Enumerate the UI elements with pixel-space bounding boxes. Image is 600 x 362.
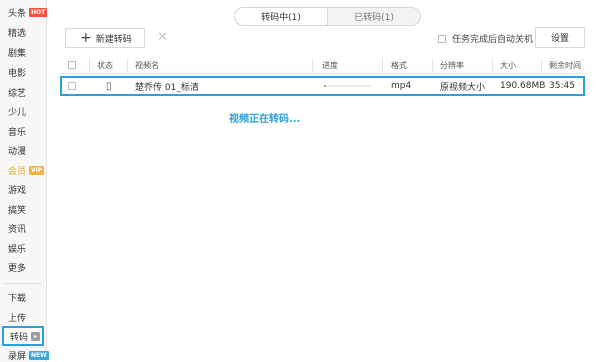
column-separator: [492, 59, 493, 71]
column-format: 格式: [391, 60, 407, 70]
sidebar-item-label: 更多: [8, 263, 27, 274]
new-transcode-label: 新建转码: [95, 34, 132, 45]
column-size: 大小: [500, 60, 516, 70]
auto-shutdown-label: 任务完成后自动关机: [452, 35, 534, 45]
video-format: mp4: [391, 81, 412, 91]
sidebar-item-vip[interactable]: 会员 VIP: [0, 160, 46, 180]
column-separator: [541, 59, 542, 71]
sidebar-item-label: 动漫: [8, 146, 27, 157]
sidebar-item-label: 会员: [8, 166, 27, 177]
sidebar-item-label: 少儿: [8, 107, 27, 118]
sidebar-item-label: 综艺: [8, 88, 27, 99]
column-progress: 进度: [322, 60, 338, 70]
progress-fill: [324, 85, 327, 87]
sidebar-item-label: 头条: [8, 8, 27, 19]
sidebar-item-label: 搞笑: [8, 205, 27, 216]
sidebar-item-download[interactable]: 下载: [0, 287, 46, 307]
sidebar-item-label: 转码: [10, 332, 29, 343]
auto-shutdown-checkbox[interactable]: [438, 34, 446, 43]
sidebar-item-news[interactable]: 资讯: [0, 218, 46, 238]
column-video-name: 视频名: [135, 60, 159, 70]
column-separator: [127, 59, 128, 71]
new-transcode-button[interactable]: + 新建转码: [65, 28, 145, 48]
sidebar-item-music[interactable]: 音乐: [0, 121, 46, 141]
column-resolution: 分辨率: [440, 60, 464, 70]
table-header: 状态 视频名 进度 格式 分辨率 大小 剩余时间: [60, 56, 585, 74]
pause-icon[interactable]: ▯: [106, 78, 112, 94]
sidebar-item-anime[interactable]: 动漫: [0, 140, 46, 160]
sidebar: 头条 HOT 精选 剧集 电影 综艺 少儿 音乐 动漫 会员 VIP 游戏 搞笑…: [0, 0, 49, 362]
sidebar-item-label: 音乐: [8, 127, 27, 138]
sidebar-item-headlines[interactable]: 头条 HOT: [0, 2, 48, 22]
plus-icon: +: [80, 30, 92, 46]
sidebar-item-label: 娱乐: [8, 244, 27, 255]
sidebar-item-kids[interactable]: 少儿: [0, 101, 46, 121]
sidebar-item-screen-record[interactable]: 录屏 NEW: [0, 345, 49, 362]
settings-button[interactable]: 设置: [535, 27, 585, 48]
video-resolution: 原视频大小: [440, 82, 486, 93]
hot-badge: HOT: [29, 7, 48, 17]
row-checkbox[interactable]: [68, 82, 76, 90]
sidebar-item-transcode[interactable]: 转码 ▸: [2, 326, 44, 346]
tab-transcoded[interactable]: 已转码(1): [328, 8, 420, 25]
sidebar-item-label: 上传: [8, 313, 27, 324]
sidebar-item-label: 录屏: [8, 351, 27, 362]
progress-bar: [324, 85, 372, 87]
column-separator: [432, 59, 433, 71]
sidebar-item-more[interactable]: 更多: [0, 257, 46, 277]
sidebar-item-featured[interactable]: 精选: [0, 22, 46, 42]
sidebar-item-label: 剧集: [8, 48, 27, 59]
select-all-checkbox[interactable]: [68, 61, 76, 69]
new-badge: NEW: [29, 350, 49, 360]
sidebar-item-upload[interactable]: 上传: [0, 307, 46, 327]
column-status: 状态: [97, 60, 113, 70]
sidebar-item-label: 资讯: [8, 224, 27, 235]
transcode-window: 头条 HOT 精选 剧集 电影 综艺 少儿 音乐 动漫 会员 VIP 游戏 搞笑…: [0, 0, 600, 362]
sidebar-item-label: 游戏: [8, 185, 27, 196]
sidebar-item-funny[interactable]: 搞笑: [0, 199, 46, 219]
sidebar-item-movies[interactable]: 电影: [0, 62, 46, 82]
column-separator: [312, 59, 313, 71]
sidebar-item-entertainment[interactable]: 娱乐: [0, 238, 46, 258]
sidebar-divider: [4, 283, 42, 284]
sidebar-item-variety[interactable]: 综艺: [0, 82, 46, 102]
video-size: 190.68MB: [500, 81, 546, 91]
remaining-time: 35:45: [549, 81, 575, 91]
transcoding-status-message: 视频正在转码...: [229, 114, 301, 125]
sidebar-item-label: 精选: [8, 28, 27, 39]
transcode-tabs: 转码中(1) 已转码(1): [234, 7, 421, 26]
sidebar-item-label: 下载: [8, 293, 27, 304]
sidebar-item-series[interactable]: 剧集: [0, 42, 46, 62]
sidebar-item-label: 电影: [8, 68, 27, 79]
table-row[interactable]: ▯ 楚乔传 01_标清 mp4 原视频大小 190.68MB 35:45: [60, 76, 585, 96]
column-separator: [89, 59, 90, 71]
tab-transcoding[interactable]: 转码中(1): [235, 8, 328, 25]
play-icon: ▸: [31, 331, 41, 341]
column-remaining-time: 剩余时间: [549, 60, 581, 70]
close-icon[interactable]: ✕: [157, 30, 168, 45]
video-name: 楚乔传 01_标清: [135, 82, 199, 93]
vip-badge: VIP: [29, 165, 45, 175]
column-separator: [382, 59, 383, 71]
auto-shutdown-option[interactable]: 任务完成后自动关机: [438, 32, 533, 45]
sidebar-item-games[interactable]: 游戏: [0, 179, 46, 199]
